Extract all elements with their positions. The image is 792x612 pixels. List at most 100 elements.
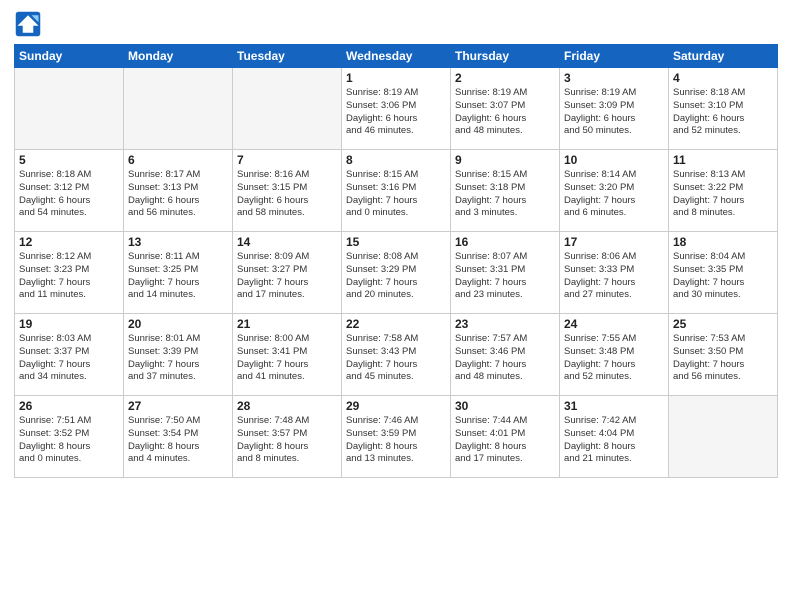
day-info: Sunrise: 7:57 AM Sunset: 3:46 PM Dayligh… xyxy=(455,333,555,384)
day-info: Sunrise: 8:11 AM Sunset: 3:25 PM Dayligh… xyxy=(128,251,228,302)
day-number: 12 xyxy=(19,235,119,249)
calendar-cell: 23 Sunrise: 7:57 AM Sunset: 3:46 PM Dayli… xyxy=(451,314,560,396)
day-info: Sunrise: 8:19 AM Sunset: 3:06 PM Dayligh… xyxy=(346,87,446,138)
calendar-cell xyxy=(124,68,233,150)
day-info: Sunrise: 7:50 AM Sunset: 3:54 PM Dayligh… xyxy=(128,415,228,466)
calendar-cell: 31 Sunrise: 7:42 AM Sunset: 4:04 PM Dayli… xyxy=(560,396,669,478)
weekday-header-tuesday: Tuesday xyxy=(233,45,342,68)
day-number: 13 xyxy=(128,235,228,249)
day-number: 10 xyxy=(564,153,664,167)
calendar-cell: 22 Sunrise: 7:58 AM Sunset: 3:43 PM Dayli… xyxy=(342,314,451,396)
day-number: 25 xyxy=(673,317,773,331)
calendar-cell: 17 Sunrise: 8:06 AM Sunset: 3:33 PM Dayli… xyxy=(560,232,669,314)
calendar-cell: 4 Sunrise: 8:18 AM Sunset: 3:10 PM Daylig… xyxy=(669,68,778,150)
calendar-cell: 7 Sunrise: 8:16 AM Sunset: 3:15 PM Daylig… xyxy=(233,150,342,232)
calendar-cell: 15Sunrise: 8:08 AM Sunset: 3:29 PM Dayli… xyxy=(342,232,451,314)
weekday-header-thursday: Thursday xyxy=(451,45,560,68)
day-number: 15 xyxy=(346,235,446,249)
day-info: Sunrise: 8:07 AM Sunset: 3:31 PM Dayligh… xyxy=(455,251,555,302)
day-info: Sunrise: 7:46 AM Sunset: 3:59 PM Dayligh… xyxy=(346,415,446,466)
day-info: Sunrise: 8:00 AM Sunset: 3:41 PM Dayligh… xyxy=(237,333,337,384)
day-info: Sunrise: 8:14 AM Sunset: 3:20 PM Dayligh… xyxy=(564,169,664,220)
day-number: 1 xyxy=(346,71,446,85)
day-number: 5 xyxy=(19,153,119,167)
calendar-cell xyxy=(233,68,342,150)
day-info: Sunrise: 7:42 AM Sunset: 4:04 PM Dayligh… xyxy=(564,415,664,466)
day-info: Sunrise: 8:15 AM Sunset: 3:16 PM Dayligh… xyxy=(346,169,446,220)
day-number: 21 xyxy=(237,317,337,331)
day-number: 4 xyxy=(673,71,773,85)
day-info: Sunrise: 7:44 AM Sunset: 4:01 PM Dayligh… xyxy=(455,415,555,466)
day-info: Sunrise: 8:06 AM Sunset: 3:33 PM Dayligh… xyxy=(564,251,664,302)
day-number: 9 xyxy=(455,153,555,167)
logo xyxy=(14,10,46,38)
calendar-cell: 10 Sunrise: 8:14 AM Sunset: 3:20 PM Dayli… xyxy=(560,150,669,232)
calendar-cell: 2 Sunrise: 8:19 AM Sunset: 3:07 PM Daylig… xyxy=(451,68,560,150)
calendar-cell: 26 Sunrise: 7:51 AM Sunset: 3:52 PM Dayli… xyxy=(15,396,124,478)
day-number: 7 xyxy=(237,153,337,167)
day-number: 6 xyxy=(128,153,228,167)
calendar-cell: 3 Sunrise: 8:19 AM Sunset: 3:09 PM Daylig… xyxy=(560,68,669,150)
day-info: Sunrise: 7:55 AM Sunset: 3:48 PM Dayligh… xyxy=(564,333,664,384)
day-number: 16 xyxy=(455,235,555,249)
calendar-cell: 12 Sunrise: 8:12 AM Sunset: 3:23 PM Dayli… xyxy=(15,232,124,314)
day-info: Sunrise: 8:19 AM Sunset: 3:09 PM Dayligh… xyxy=(564,87,664,138)
calendar-cell: 19 Sunrise: 8:03 AM Sunset: 3:37 PM Dayli… xyxy=(15,314,124,396)
calendar-cell: 29 Sunrise: 7:46 AM Sunset: 3:59 PM Dayli… xyxy=(342,396,451,478)
day-info: Sunrise: 8:15 AM Sunset: 3:18 PM Dayligh… xyxy=(455,169,555,220)
day-info: Sunrise: 8:01 AM Sunset: 3:39 PM Dayligh… xyxy=(128,333,228,384)
calendar-cell: 21 Sunrise: 8:00 AM Sunset: 3:41 PM Dayli… xyxy=(233,314,342,396)
day-info: Sunrise: 8:09 AM Sunset: 3:27 PM Dayligh… xyxy=(237,251,337,302)
calendar-cell: 9 Sunrise: 8:15 AM Sunset: 3:18 PM Daylig… xyxy=(451,150,560,232)
day-number: 23 xyxy=(455,317,555,331)
calendar-cell xyxy=(669,396,778,478)
day-number: 31 xyxy=(564,399,664,413)
day-number: 28 xyxy=(237,399,337,413)
day-number: 2 xyxy=(455,71,555,85)
day-info: Sunrise: 7:48 AM Sunset: 3:57 PM Dayligh… xyxy=(237,415,337,466)
calendar-cell: 28 Sunrise: 7:48 AM Sunset: 3:57 PM Dayli… xyxy=(233,396,342,478)
day-number: 19 xyxy=(19,317,119,331)
calendar-cell: 30 Sunrise: 7:44 AM Sunset: 4:01 PM Dayli… xyxy=(451,396,560,478)
calendar-cell: 14Sunrise: 8:09 AM Sunset: 3:27 PM Dayli… xyxy=(233,232,342,314)
day-number: 3 xyxy=(564,71,664,85)
day-info: Sunrise: 8:04 AM Sunset: 3:35 PM Dayligh… xyxy=(673,251,773,302)
calendar-cell: 25 Sunrise: 7:53 AM Sunset: 3:50 PM Dayli… xyxy=(669,314,778,396)
weekday-header-saturday: Saturday xyxy=(669,45,778,68)
day-info: Sunrise: 8:18 AM Sunset: 3:10 PM Dayligh… xyxy=(673,87,773,138)
day-number: 18 xyxy=(673,235,773,249)
calendar-cell xyxy=(15,68,124,150)
day-number: 8 xyxy=(346,153,446,167)
day-info: Sunrise: 7:53 AM Sunset: 3:50 PM Dayligh… xyxy=(673,333,773,384)
day-info: Sunrise: 8:17 AM Sunset: 3:13 PM Dayligh… xyxy=(128,169,228,220)
calendar-cell: 6 Sunrise: 8:17 AM Sunset: 3:13 PM Daylig… xyxy=(124,150,233,232)
day-number: 11 xyxy=(673,153,773,167)
calendar-cell: 11 Sunrise: 8:13 AM Sunset: 3:22 PM Dayli… xyxy=(669,150,778,232)
day-number: 22 xyxy=(346,317,446,331)
calendar-cell: 20 Sunrise: 8:01 AM Sunset: 3:39 PM Dayli… xyxy=(124,314,233,396)
day-info: Sunrise: 8:12 AM Sunset: 3:23 PM Dayligh… xyxy=(19,251,119,302)
logo-icon xyxy=(14,10,42,38)
calendar-cell: 24Sunrise: 7:55 AM Sunset: 3:48 PM Dayli… xyxy=(560,314,669,396)
day-info: Sunrise: 8:13 AM Sunset: 3:22 PM Dayligh… xyxy=(673,169,773,220)
calendar-cell: 8 Sunrise: 8:15 AM Sunset: 3:16 PM Daylig… xyxy=(342,150,451,232)
day-number: 30 xyxy=(455,399,555,413)
day-info: Sunrise: 7:51 AM Sunset: 3:52 PM Dayligh… xyxy=(19,415,119,466)
day-info: Sunrise: 8:03 AM Sunset: 3:37 PM Dayligh… xyxy=(19,333,119,384)
weekday-header-wednesday: Wednesday xyxy=(342,45,451,68)
calendar-cell: 18 Sunrise: 8:04 AM Sunset: 3:35 PM Dayli… xyxy=(669,232,778,314)
day-number: 20 xyxy=(128,317,228,331)
day-info: Sunrise: 8:18 AM Sunset: 3:12 PM Dayligh… xyxy=(19,169,119,220)
weekday-header-monday: Monday xyxy=(124,45,233,68)
day-info: Sunrise: 8:19 AM Sunset: 3:07 PM Dayligh… xyxy=(455,87,555,138)
day-info: Sunrise: 7:58 AM Sunset: 3:43 PM Dayligh… xyxy=(346,333,446,384)
weekday-header-friday: Friday xyxy=(560,45,669,68)
day-number: 29 xyxy=(346,399,446,413)
calendar: SundayMondayTuesdayWednesdayThursdayFrid… xyxy=(14,44,778,478)
calendar-cell: 16 Sunrise: 8:07 AM Sunset: 3:31 PM Dayli… xyxy=(451,232,560,314)
day-info: Sunrise: 8:16 AM Sunset: 3:15 PM Dayligh… xyxy=(237,169,337,220)
calendar-cell: 27 Sunrise: 7:50 AM Sunset: 3:54 PM Dayli… xyxy=(124,396,233,478)
day-number: 27 xyxy=(128,399,228,413)
day-number: 17 xyxy=(564,235,664,249)
day-number: 26 xyxy=(19,399,119,413)
